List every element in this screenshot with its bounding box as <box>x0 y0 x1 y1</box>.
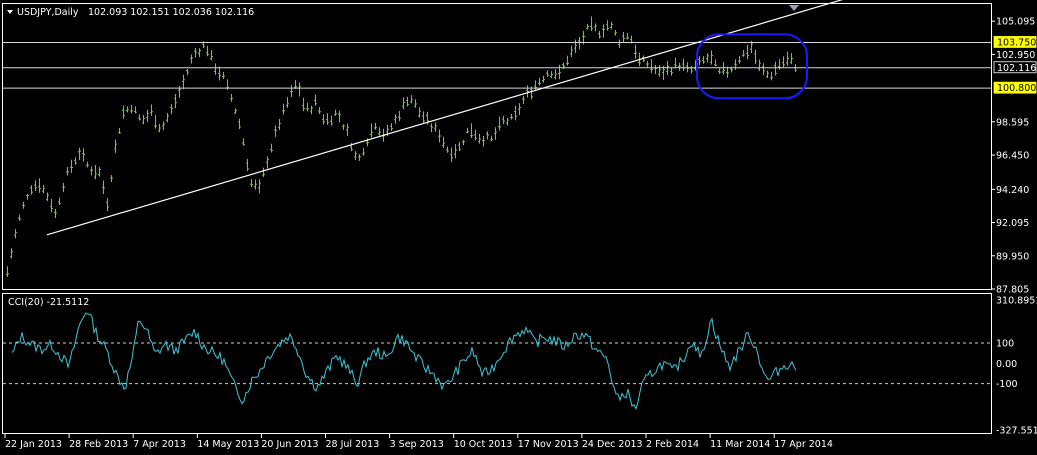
date-tick-label: 28 Jul 2013 <box>326 439 380 450</box>
date-tick-label: 11 Mar 2014 <box>710 439 770 450</box>
date-tick-label: 28 Feb 2013 <box>69 439 128 450</box>
date-tick-label: 7 Apr 2013 <box>133 439 186 450</box>
date-tick-label: 14 May 2013 <box>197 439 259 450</box>
svg-text:102.116: 102.116 <box>997 63 1036 74</box>
price-tick-label: 94.240 <box>996 185 1029 196</box>
price-tick-label: 89.950 <box>996 251 1029 262</box>
trading-chart: 105.095 102.950 98.595 96.450 94.240 92.095 89… <box>0 0 1037 455</box>
cci-tick-label: -327.551 <box>996 426 1037 437</box>
price-highlight-label: 103.750 <box>993 36 1037 48</box>
price-highlight-label: 102.116 <box>993 61 1037 74</box>
date-tick-label: 17 Nov 2013 <box>518 439 579 450</box>
cci-tick-label: -100 <box>996 379 1018 390</box>
price-highlight-label: 100.800 <box>993 81 1037 94</box>
cci-tick-label: 100 <box>996 338 1014 349</box>
price-tick-label: 96.450 <box>996 151 1029 162</box>
date-tick-label: 17 Apr 2014 <box>774 439 833 450</box>
price-tick-label: 92.095 <box>996 218 1029 229</box>
date-tick-label: 22 Jan 2013 <box>5 439 62 450</box>
price-tick-label: 105.095 <box>996 17 1035 28</box>
date-tick-label: 10 Oct 2013 <box>454 439 513 450</box>
price-tick-label: 102.950 <box>996 50 1035 61</box>
cci-label: CCI(20) -21.5112 <box>8 297 89 308</box>
date-tick-label: 2 Feb 2014 <box>646 439 699 450</box>
cci-tick-label: 310.8951 <box>996 296 1037 307</box>
ohlc-values: 102.093 102.151 102.036 102.116 <box>88 7 254 18</box>
date-tick-label: 20 Jun 2013 <box>261 439 318 450</box>
price-tick-label: 87.805 <box>996 285 1029 296</box>
price-tick-label: 98.595 <box>996 117 1029 128</box>
date-tick-label: 24 Dec 2013 <box>582 439 643 450</box>
chart-title: USDJPY,Daily <box>17 7 79 18</box>
date-tick-label: 3 Sep 2013 <box>390 439 444 450</box>
cci-tick-label: 0.00 <box>996 359 1017 370</box>
svg-text:100.800: 100.800 <box>997 83 1036 94</box>
svg-text:103.750: 103.750 <box>997 37 1036 48</box>
